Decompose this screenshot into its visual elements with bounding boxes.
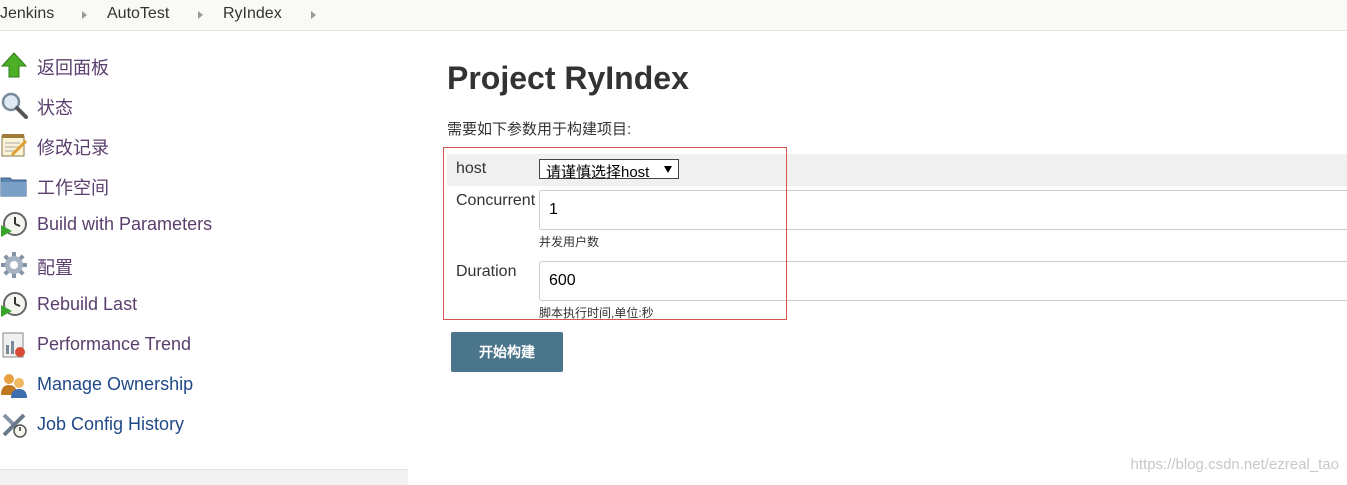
breadcrumb-chevron-icon[interactable] xyxy=(82,11,87,19)
concurrent-label: Concurrent xyxy=(456,192,536,209)
clock-play-icon xyxy=(1,212,27,237)
breadcrumb-autotest[interactable]: AutoTest xyxy=(107,5,169,23)
sidebar-item-back-to-dashboard[interactable]: 返回面板 xyxy=(0,50,260,80)
breadcrumb: Jenkins AutoTest RyIndex xyxy=(0,0,1347,31)
page-title: Project RyIndex xyxy=(447,60,689,96)
build-button[interactable]: 开始构建 xyxy=(451,332,563,372)
breadcrumb-ryindex[interactable]: RyIndex xyxy=(223,5,282,23)
sidebar-item-changes[interactable]: 修改记录 xyxy=(0,130,260,160)
gear-icon xyxy=(1,252,27,278)
sidebar-item-label: 状态 xyxy=(37,98,73,118)
sidebar-item-label: Performance Trend xyxy=(37,334,192,354)
sidebar-item-status[interactable]: 状态 xyxy=(0,90,260,120)
up-arrow-icon xyxy=(0,52,28,78)
folder-icon xyxy=(0,177,27,197)
duration-label: Duration xyxy=(456,263,517,280)
sidebar-item-configure[interactable]: 配置 xyxy=(0,250,260,280)
sidebar-item-label: Rebuild Last xyxy=(37,294,138,314)
sidebar-item-label: Manage Ownership xyxy=(37,374,194,394)
sidebar-item-label: 配置 xyxy=(37,258,73,278)
dropdown-arrow-icon xyxy=(664,166,672,173)
users-icon xyxy=(1,374,27,398)
watermark: https://blog.csdn.net/ezreal_tao xyxy=(1130,456,1339,473)
breadcrumb-chevron-icon[interactable] xyxy=(198,11,203,19)
clock-play-icon xyxy=(1,292,27,317)
breadcrumb-chevron-icon[interactable] xyxy=(311,11,316,19)
magnifier-icon xyxy=(1,92,28,119)
sidebar-footer xyxy=(0,469,408,485)
host-label: host xyxy=(456,160,487,177)
sidebar-item-manage-ownership[interactable]: Manage Ownership xyxy=(0,370,260,400)
sidebar-item-label: 修改记录 xyxy=(37,138,109,158)
sidebar-item-workspace[interactable]: 工作空间 xyxy=(0,170,260,200)
duration-input[interactable] xyxy=(539,261,1347,301)
sidebar-item-job-config-history[interactable]: Job Config History xyxy=(0,410,260,440)
concurrent-input[interactable] xyxy=(539,190,1347,230)
duration-description: 脚本执行时间,单位:秒 xyxy=(539,306,654,320)
sidebar-item-performance-trend[interactable]: Performance Trend xyxy=(0,330,260,360)
sidebar-item-build-with-parameters[interactable]: Build with Parameters xyxy=(0,210,260,240)
notepad-icon xyxy=(1,134,28,157)
chart-icon xyxy=(2,332,25,358)
sidebar-item-label: Job Config History xyxy=(37,414,185,434)
breadcrumb-jenkins[interactable]: Jenkins xyxy=(0,5,54,23)
concurrent-description: 并发用户数 xyxy=(539,235,600,249)
sidebar-item-label: 返回面板 xyxy=(37,58,109,78)
tools-icon xyxy=(2,413,27,438)
host-select[interactable]: 请谨慎选择host xyxy=(539,159,679,181)
sidebar-item-label: 工作空间 xyxy=(37,178,109,198)
sidebar-item-label: Build with Parameters xyxy=(37,214,213,234)
page-subtitle: 需要如下参数用于构建项目: xyxy=(447,121,632,138)
host-select-value: 请谨慎选择host xyxy=(546,164,650,181)
sidebar-item-rebuild-last[interactable]: Rebuild Last xyxy=(0,290,260,320)
